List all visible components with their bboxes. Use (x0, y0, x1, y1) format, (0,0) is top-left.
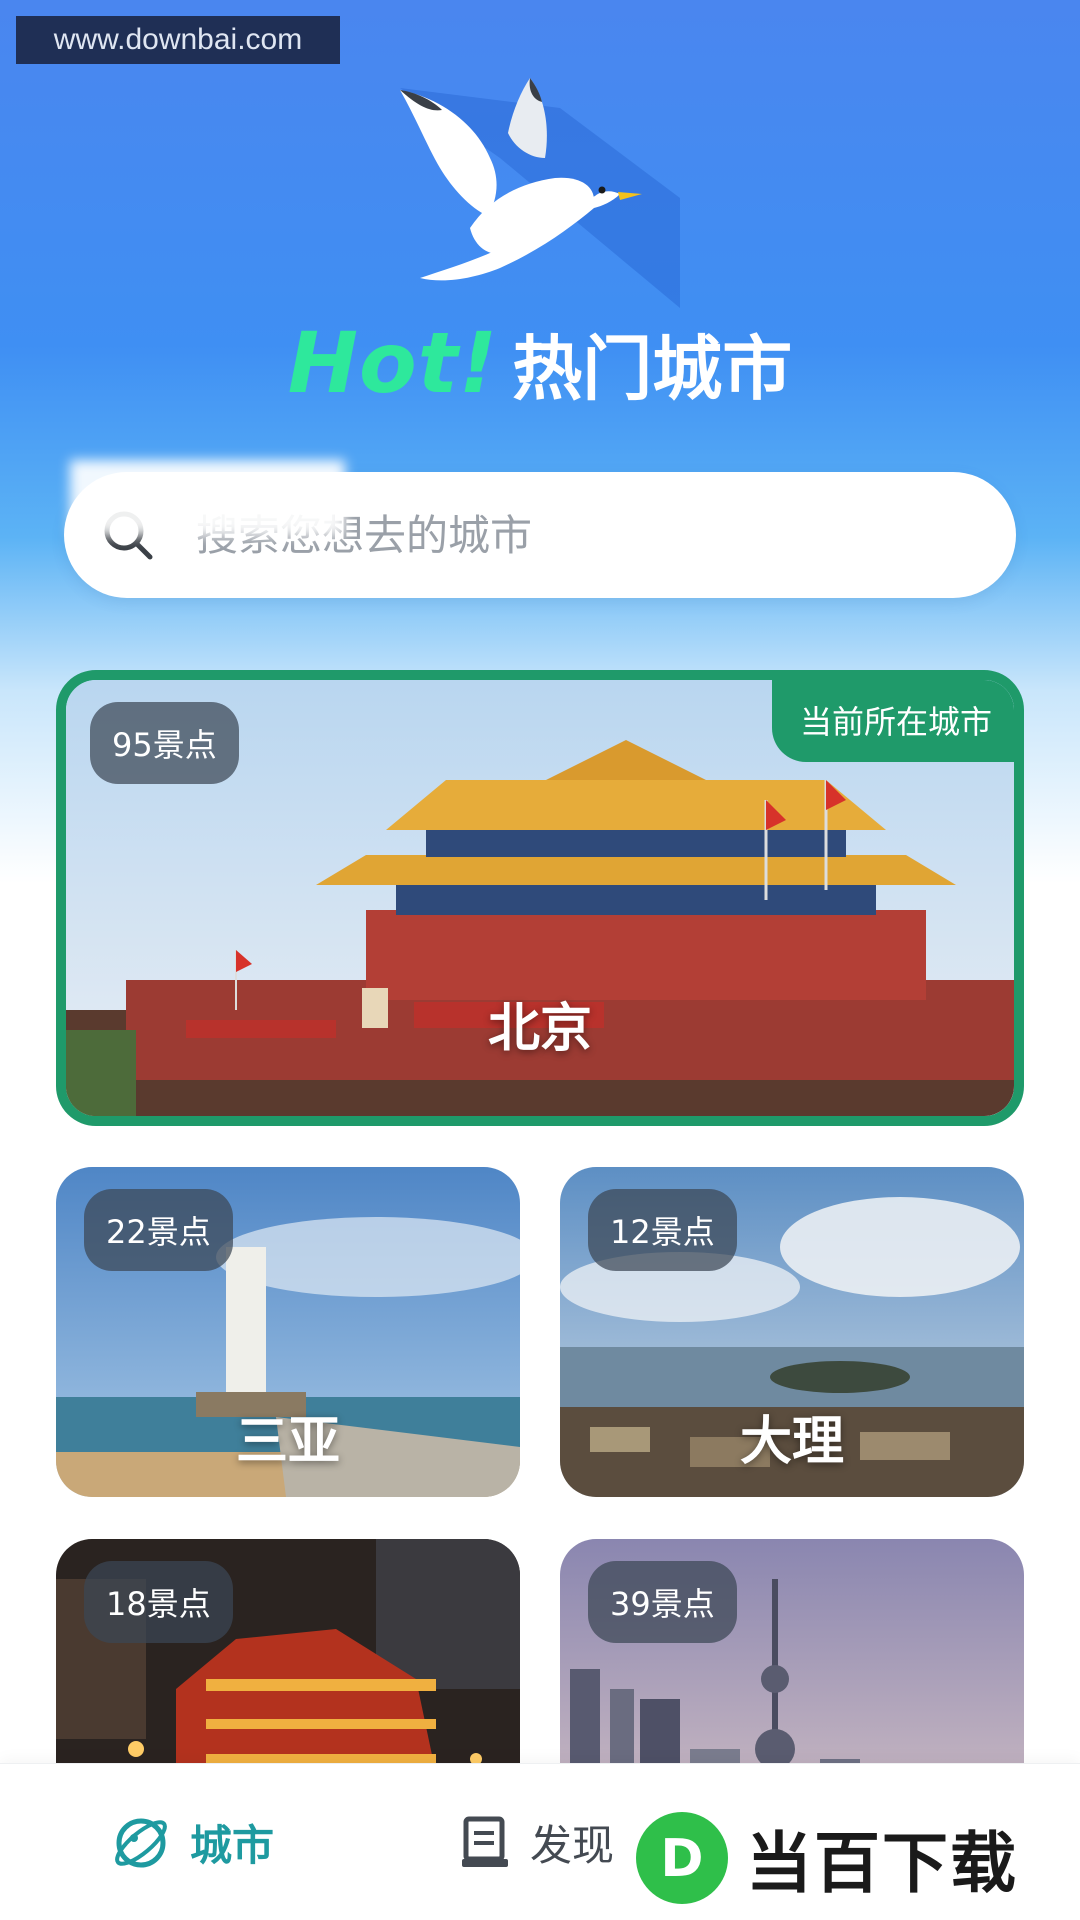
current-city-tag: 当前所在城市 (771, 680, 1014, 762)
city-name: 北京 (487, 999, 592, 1059)
city-card-sanya[interactable]: 22景点 三亚 (56, 1167, 520, 1497)
app-screen: www.downbai.com Hot! 热门城市 搜索您想去的城市 95景点 … (0, 0, 1080, 1920)
brand-watermark-text: 当百下载 (746, 1825, 1018, 1902)
seagull-logo-icon (400, 78, 680, 308)
hot-label: Hot! (287, 314, 499, 412)
spots-badge: 39景点 (588, 1561, 737, 1643)
tab-discover[interactable]: 发现 (460, 1764, 614, 1920)
redaction-blur (70, 460, 345, 536)
spots-badge: 22景点 (84, 1189, 233, 1271)
site-watermark: www.downbai.com (16, 16, 340, 64)
hero-title: Hot! 热门城市 (0, 314, 1080, 412)
hero-heading: 热门城市 (512, 327, 793, 410)
planet-icon (115, 1818, 167, 1867)
city-card-dali[interactable]: 12景点 大理 (560, 1167, 1024, 1497)
tab-label: 发现 (530, 1821, 615, 1870)
spots-badge: 95景点 (90, 702, 239, 784)
tab-city[interactable]: 城市 (110, 1764, 274, 1920)
spots-badge: 12景点 (588, 1189, 737, 1271)
brand-logo-letter: D (660, 1829, 703, 1889)
spots-badge: 18景点 (84, 1561, 233, 1643)
brand-watermark: D 当百下载 (632, 1808, 1072, 1908)
document-icon (462, 1816, 508, 1867)
city-card-featured[interactable]: 95景点 当前所在城市 北京 (56, 670, 1024, 1126)
city-name: 三亚 (235, 1412, 340, 1472)
brand-logo-icon: D (636, 1812, 728, 1904)
city-name: 大理 (739, 1412, 844, 1472)
tab-label: 城市 (190, 1821, 275, 1870)
